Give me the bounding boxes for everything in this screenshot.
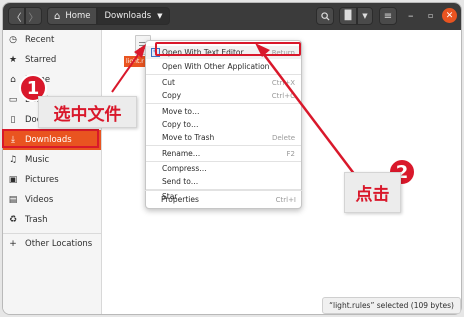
context-menu-tail [145,40,302,209]
step-2-callout: 点击 [344,172,401,213]
highlight-box-downloads [2,129,99,148]
close-icon[interactable]: ✕ [442,8,457,23]
sidebar-item-label: Starred [25,55,57,65]
menu-icon: ≡ [383,10,393,22]
menu-item-properties[interactable]: Properties Ctrl+I [145,193,302,206]
sidebar-item-label: Trash [25,215,48,225]
sidebar-item-label: Pictures [25,175,59,185]
sidebar-item-other-locations[interactable]: + Other Locations [3,234,101,254]
search-icon [320,11,330,21]
menu-item-label: Properties [161,195,199,204]
trash-icon: ♻ [8,215,18,225]
menu-divider [145,190,302,191]
document-icon: ▯ [10,115,16,125]
breadcrumb-downloads[interactable]: Downloads ▼ [97,7,170,25]
maximize-icon[interactable]: ▫ [428,11,433,20]
sidebar-item-trash[interactable]: ♻ Trash [3,210,101,230]
chevron-down-icon: ▼ [157,12,163,20]
breadcrumb-home[interactable]: ⌂ Home [47,7,98,25]
music-icon: ♫ [8,155,18,165]
status-bar: “light.rules” selected (109 bytes) [322,297,461,314]
view-options-chevron-icon: ▼ [362,12,368,20]
sidebar-item-recent[interactable]: ◷ Recent [3,30,101,50]
home-icon: ⌂ [10,75,16,85]
video-icon: ▤ [8,195,18,205]
breadcrumb: ⌂ Home Downloads ▼ [47,7,170,25]
sidebar-item-home[interactable]: ⌂Home [3,70,101,90]
highlight-box-open-with-text-editor [155,42,301,56]
sidebar-item-videos[interactable]: ▤ Videos [3,190,101,210]
back-chevron-icon: 〈 [11,12,22,24]
home-icon: ⌂ [54,10,61,22]
forward-button[interactable]: 〉 [25,7,42,25]
desktop-icon: ▭ [8,95,18,105]
menu-item-shortcut: Ctrl+I [275,195,296,204]
plus-icon: + [9,239,17,249]
main-menu-button[interactable]: ≡ [379,7,397,25]
sidebar-item-starred[interactable]: ★ Starred [3,50,101,70]
sidebar-item-label: Videos [25,195,54,205]
header-bar: 〈 〉 ⌂ Home Downloads ▼ ▐▌ ▼ ≡ – ▫ ✕ [3,3,461,30]
sidebar-item-pictures[interactable]: ▣ Pictures [3,170,101,190]
view-options-button[interactable]: ▼ [357,7,373,25]
view-toggle-button[interactable]: ▐▌ [339,7,357,25]
search-button[interactable] [316,7,334,25]
sidebar-item-label: Other Locations [25,239,93,249]
view-toggle-icon: ▐▌ [341,11,355,21]
sidebar-item-label: Recent [25,35,55,45]
minimize-icon[interactable]: – [408,9,414,22]
clock-icon: ◷ [9,35,17,45]
breadcrumb-home-label: Home [65,11,91,21]
sidebar-item-label: Music [25,155,50,165]
star-icon: ★ [8,55,18,65]
forward-chevron-icon: 〉 [28,12,39,24]
step-1-callout: 选中文件 [38,96,137,128]
breadcrumb-downloads-label: Downloads [104,11,152,21]
back-button[interactable]: 〈 [8,7,25,25]
sidebar: ◷Recent ★Starred ⌂Home ▭Desktop ▯Documen… [3,30,102,314]
picture-icon: ▣ [8,175,18,185]
sidebar-item-music[interactable]: ♫ Music [3,150,101,170]
